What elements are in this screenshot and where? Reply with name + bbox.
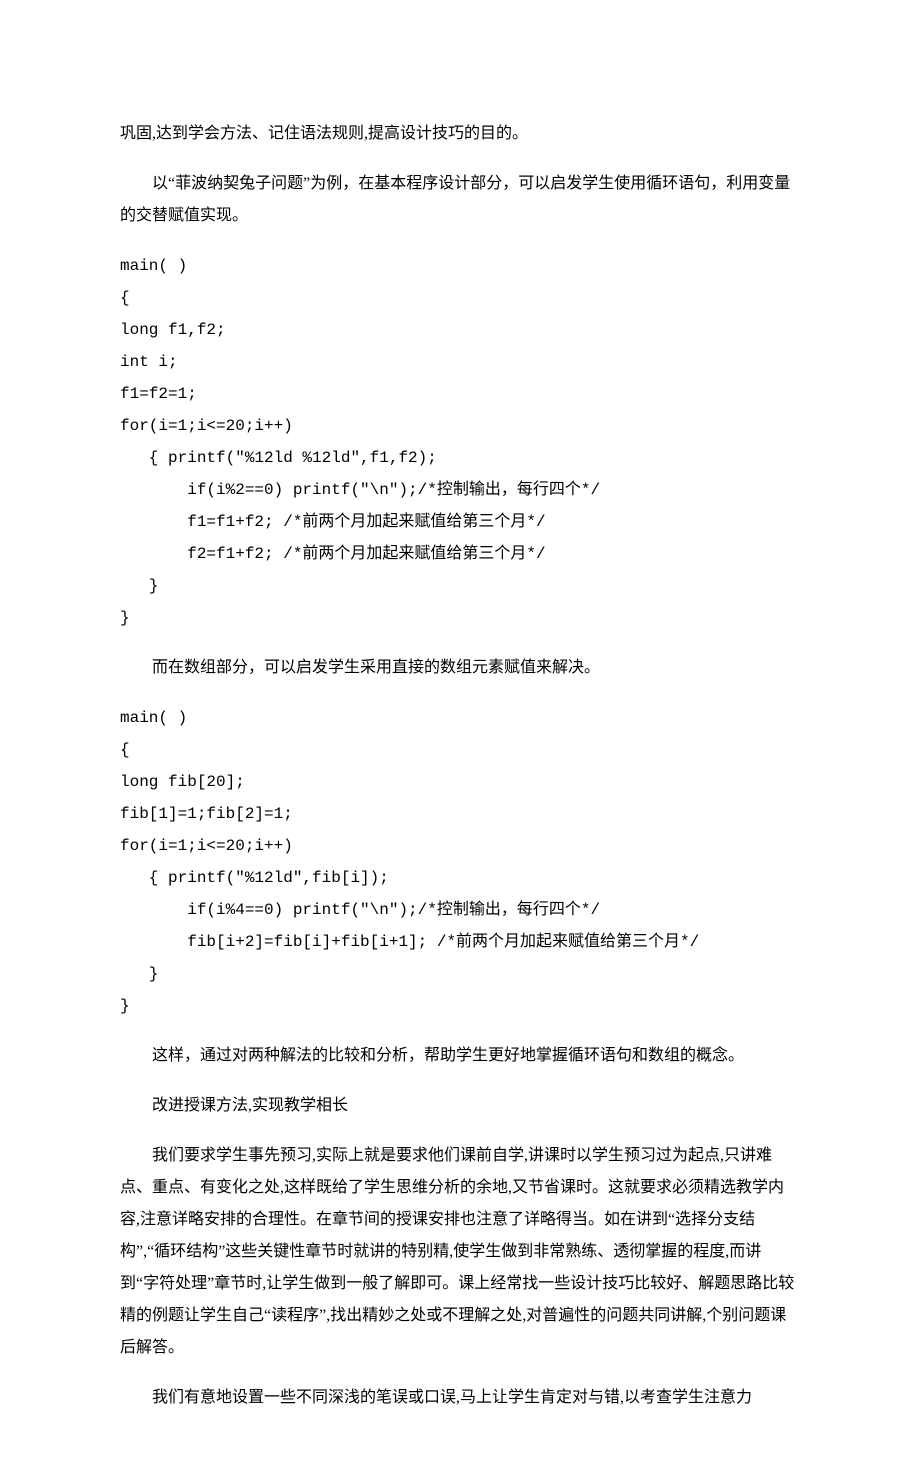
code-line: f2=f1+f2; /*前两个月加起来赋值给第三个月*/ [120,538,800,570]
code-block-1: main( ){long f1,f2;int i;f1=f2=1;for(i=1… [120,250,800,634]
paragraph-method: 我们要求学生事先预习,实际上就是要求他们课前自学,讲课时以学生预习过为起点,只讲… [120,1140,800,1364]
code-line: } [120,570,800,602]
code-line: int i; [120,346,800,378]
code-line: long f1,f2; [120,314,800,346]
code-line: { printf("%12ld",fib[i]); [120,862,800,894]
code-line: long fib[20]; [120,766,800,798]
code-line: f1=f1+f2; /*前两个月加起来赋值给第三个月*/ [120,506,800,538]
code-line: for(i=1;i<=20;i++) [120,410,800,442]
paragraph-intro: 巩固,达到学会方法、记住语法规则,提高设计技巧的目的。 [120,118,800,150]
code-line: } [120,602,800,634]
paragraph-fibonacci-intro: 以“菲波纳契兔子问题”为例，在基本程序设计部分，可以启发学生使用循环语句，利用变… [120,168,800,232]
code-line: fib[i+2]=fib[i]+fib[i+1]; /*前两个月加起来赋值给第三… [120,926,800,958]
code-line: { [120,282,800,314]
code-line: if(i%2==0) printf("\n");/*控制输出，每行四个*/ [120,474,800,506]
code-line: main( ) [120,250,800,282]
code-block-2: main( ){long fib[20];fib[1]=1;fib[2]=1;f… [120,702,800,1022]
paragraph-summary: 这样，通过对两种解法的比较和分析，帮助学生更好地掌握循环语句和数组的概念。 [120,1040,800,1072]
code-line: f1=f2=1; [120,378,800,410]
code-line: } [120,958,800,990]
paragraph-heading: 改进授课方法,实现教学相长 [120,1090,800,1122]
code-line: for(i=1;i<=20;i++) [120,830,800,862]
code-line: fib[1]=1;fib[2]=1; [120,798,800,830]
paragraph-array-intro: 而在数组部分，可以启发学生采用直接的数组元素赋值来解决。 [120,652,800,684]
code-line: } [120,990,800,1022]
code-line: { [120,734,800,766]
code-line: { printf("%12ld %12ld",f1,f2); [120,442,800,474]
code-line: main( ) [120,702,800,734]
paragraph-errors: 我们有意地设置一些不同深浅的笔误或口误,马上让学生肯定对与错,以考查学生注意力 [120,1382,800,1414]
code-line: if(i%4==0) printf("\n");/*控制输出，每行四个*/ [120,894,800,926]
